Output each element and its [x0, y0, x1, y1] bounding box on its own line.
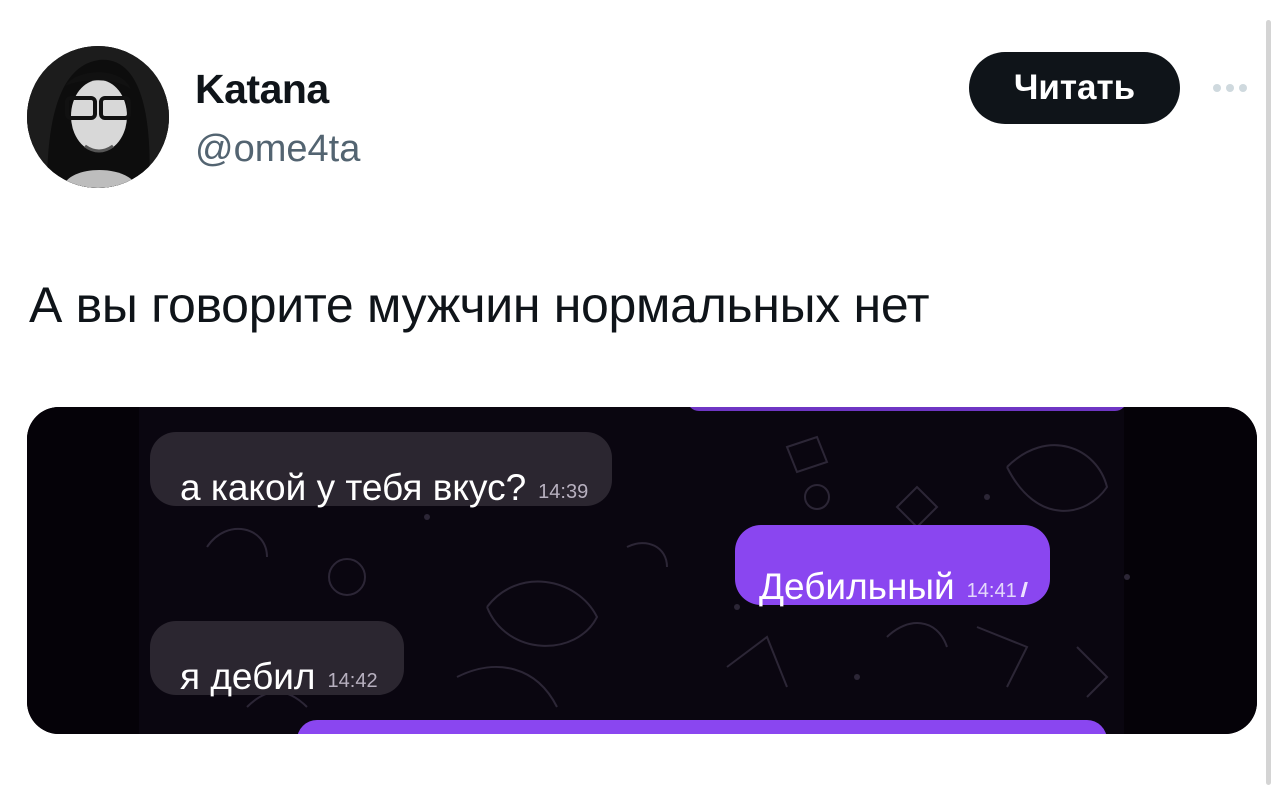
- tweet-text: А вы говорите мужчин нормальных нет: [29, 277, 930, 333]
- tweet-media-image[interactable]: а какой у тебя вкус? 14:39 Дебильный 14:…: [27, 407, 1257, 734]
- chat-message-text: я дебил: [180, 656, 316, 697]
- more-dot: [1239, 84, 1247, 92]
- chat-bubble-partial: [687, 407, 1127, 411]
- author-display-name[interactable]: Katana: [195, 66, 329, 113]
- chat-message-incoming: а какой у тебя вкус? 14:39: [150, 432, 613, 508]
- more-dot: [1213, 84, 1221, 92]
- read-double-check-icon: //: [1020, 580, 1028, 602]
- scrollbar[interactable]: [1266, 20, 1271, 785]
- chat-bubble-partial: [297, 720, 1107, 734]
- chat-message-time: 14:41: [966, 580, 1017, 602]
- chat-message-time: 14:42: [327, 670, 378, 692]
- chat-message-time: 14:39: [538, 481, 589, 503]
- chat-message-outgoing: Дебильный 14:41 //: [735, 525, 1050, 605]
- chat-message-text: а какой у тебя вкус?: [180, 467, 527, 508]
- author-avatar[interactable]: [27, 46, 169, 188]
- follow-button[interactable]: Читать: [969, 52, 1180, 124]
- author-handle[interactable]: @ome4ta: [195, 128, 360, 171]
- more-horizontal-icon[interactable]: [1206, 72, 1254, 104]
- more-dot: [1226, 84, 1234, 92]
- chat-message-text: Дебильный: [759, 566, 955, 607]
- chat-message-incoming: я дебил 14:42: [150, 621, 404, 695]
